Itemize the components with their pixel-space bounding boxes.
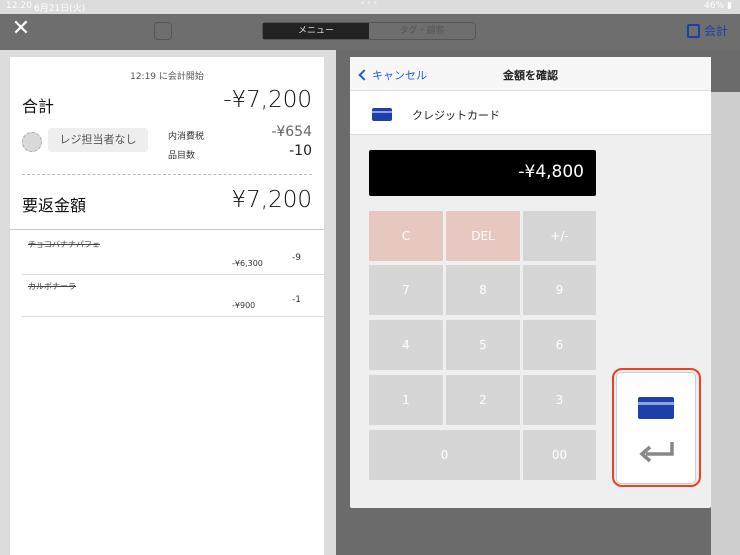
close-icon[interactable]: ✕ — [8, 14, 34, 44]
cancel-button[interactable]: キャンセル — [358, 67, 427, 83]
key-3[interactable]: 3 — [523, 375, 596, 425]
amount-value: -¥4,800 — [518, 162, 584, 182]
item-qty: -1 — [292, 295, 301, 305]
key-delete[interactable]: DEL — [446, 211, 520, 261]
refund-amount: ¥7,200 — [231, 187, 312, 213]
item-qty: -9 — [292, 253, 301, 263]
modal-header: キャンセル 金額を確認 — [350, 57, 711, 91]
item-count-label: 品目数 — [168, 151, 196, 161]
key-00[interactable]: 00 — [523, 430, 596, 480]
key-clear[interactable]: C — [369, 211, 443, 261]
list-item[interactable]: チョコバナナパフェ -¥6,300 -9 — [22, 233, 324, 275]
key-5[interactable]: 5 — [446, 320, 520, 370]
payment-method-row: クレジットカード — [350, 91, 711, 135]
item-price: -¥6,300 — [232, 259, 263, 268]
calendar-icon[interactable] — [154, 22, 172, 40]
list-item[interactable]: カルボナーラ -¥900 -1 — [22, 275, 324, 317]
key-6[interactable]: 6 — [523, 320, 596, 370]
status-bar: 12:20 6月21日(火) ••• 46% ▮ — [0, 0, 740, 14]
key-9[interactable]: 9 — [523, 265, 596, 315]
tax-amount: -¥654 — [271, 124, 312, 140]
item-name: カルボナーラ — [28, 282, 76, 291]
key-4[interactable]: 4 — [369, 320, 443, 370]
receipt-panel: 12:19 に会計開始 合計 -¥7,200 レジ担当者なし 内消費税 -¥65… — [10, 57, 324, 555]
checkout-button[interactable]: 会計 — [686, 22, 728, 39]
dimmed-edge — [711, 92, 740, 555]
divider — [10, 229, 324, 230]
payment-method-label: クレジットカード — [412, 109, 500, 122]
cancel-label: キャンセル — [372, 69, 427, 82]
item-price: -¥900 — [232, 301, 256, 310]
status-time: 12:20 — [6, 1, 32, 11]
top-tabs: メニュー タグ・顧客 — [262, 22, 476, 40]
multitask-dots-icon: ••• — [360, 0, 379, 9]
refund-label: 要返金額 — [22, 196, 87, 215]
key-8[interactable]: 8 — [446, 265, 520, 315]
key-7[interactable]: 7 — [369, 265, 443, 315]
item-name: チョコバナナパフェ — [28, 240, 100, 249]
dashed-divider — [22, 174, 312, 175]
start-time: 12:19 に会計開始 — [130, 72, 204, 82]
total-label: 合計 — [22, 97, 55, 116]
key-0[interactable]: 0 — [369, 430, 520, 480]
tab-menu[interactable]: メニュー — [263, 23, 369, 39]
key-2[interactable]: 2 — [446, 375, 520, 425]
highlight-outline — [612, 368, 701, 487]
status-battery: 46% ▮ — [704, 1, 732, 11]
tax-label: 内消費税 — [168, 132, 205, 142]
shopping-bag-icon — [686, 23, 700, 38]
key-1[interactable]: 1 — [369, 375, 443, 425]
cashier-button[interactable]: レジ担当者なし — [48, 128, 148, 152]
tab-tags-customers[interactable]: タグ・顧客 — [369, 23, 475, 39]
amount-display: -¥4,800 — [369, 150, 596, 196]
cashier-avatar[interactable] — [22, 132, 42, 152]
status-date: 6月21日(火) — [34, 4, 86, 14]
item-count: -10 — [289, 143, 312, 159]
credit-card-icon — [372, 108, 392, 121]
key-sign[interactable]: +/- — [523, 211, 596, 261]
checkout-label: 会計 — [703, 24, 728, 38]
chevron-left-icon — [358, 69, 370, 81]
total-amount: -¥7,200 — [223, 87, 312, 113]
